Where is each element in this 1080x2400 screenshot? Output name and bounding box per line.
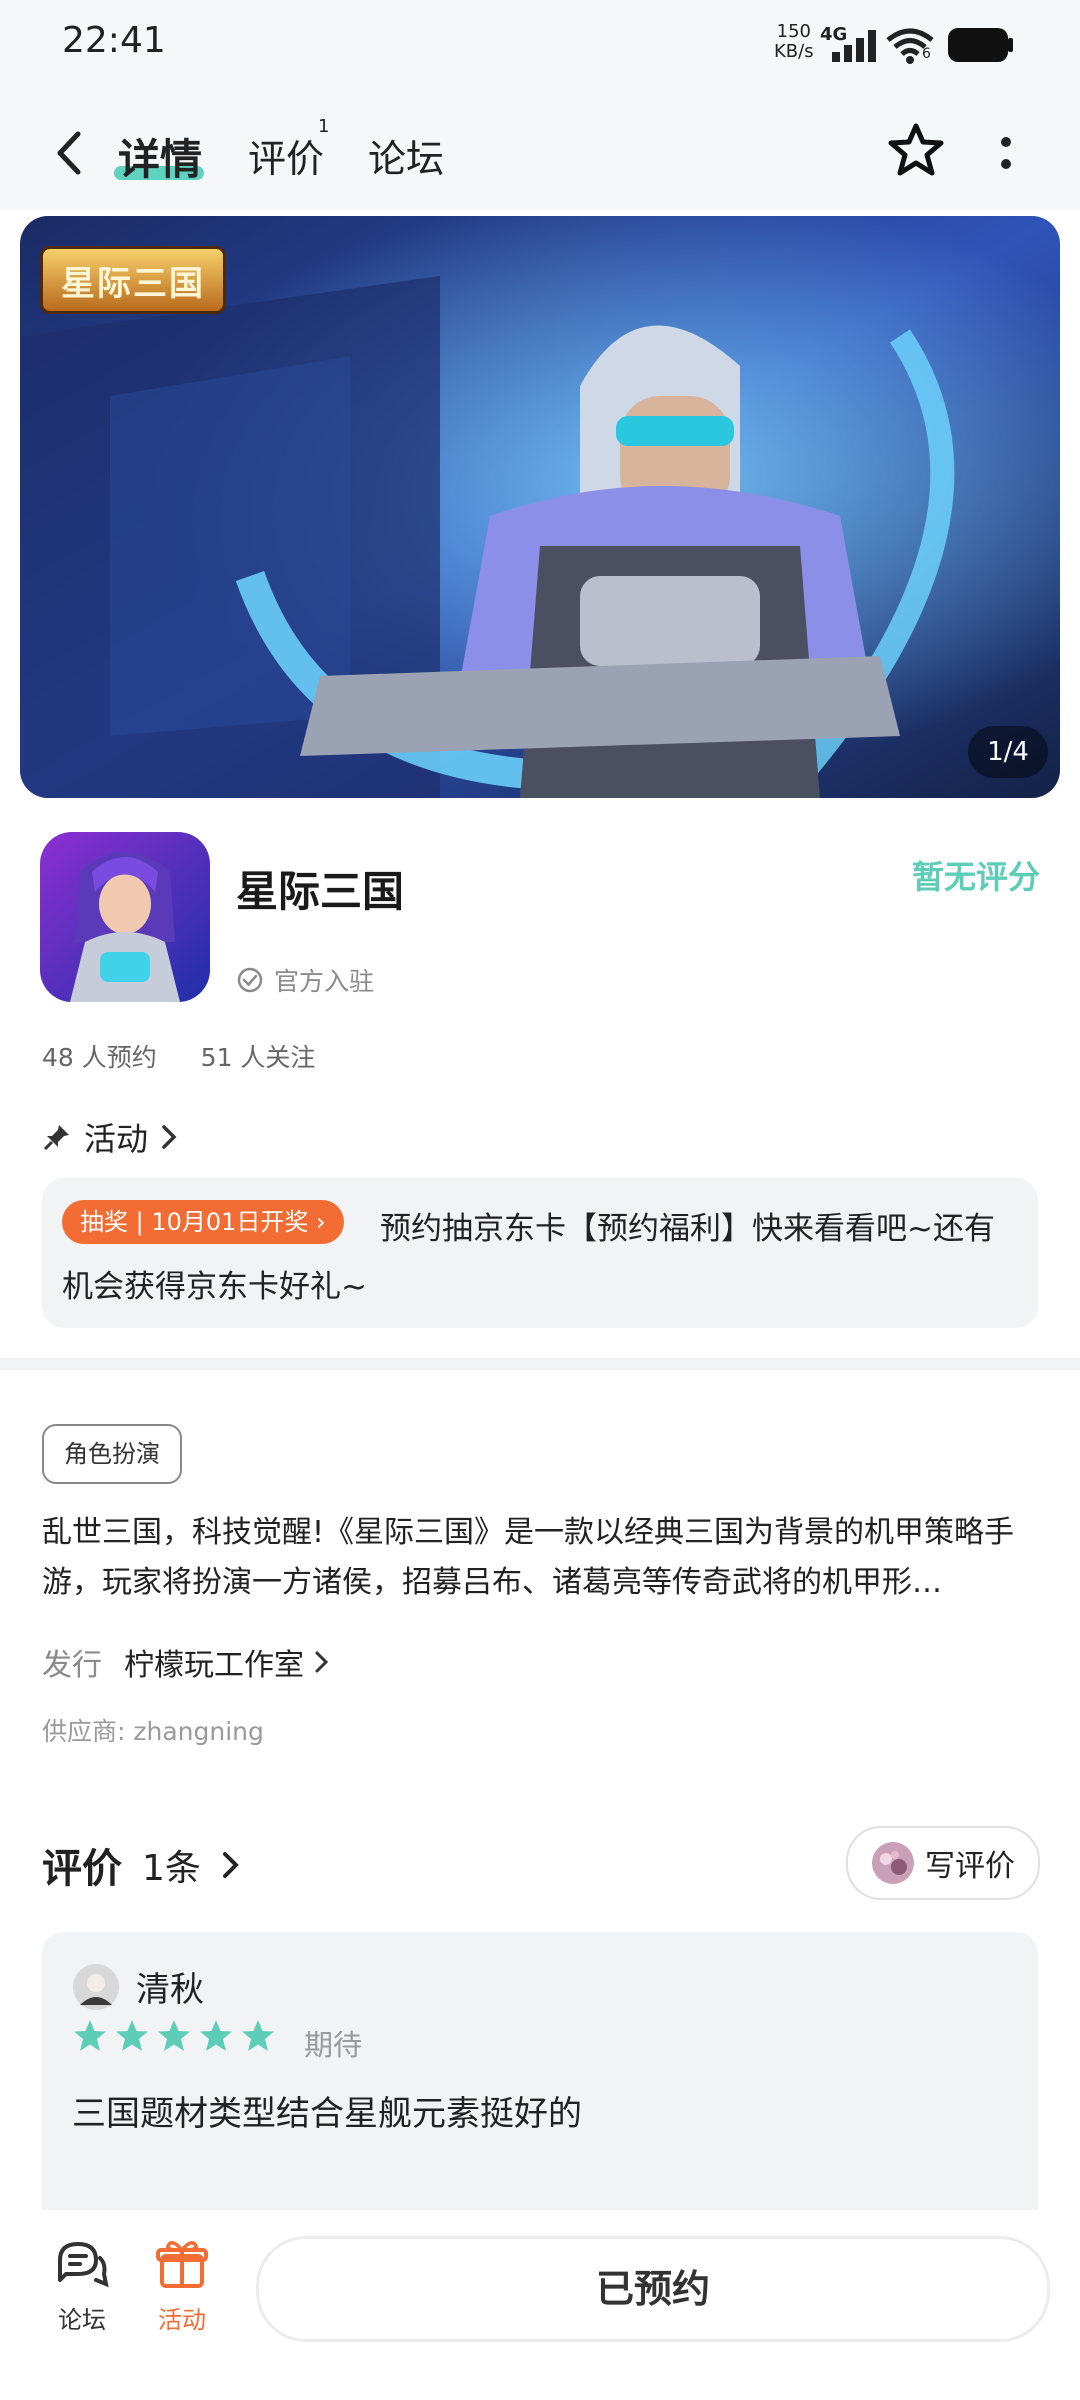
- reviews-count: 1条: [142, 1848, 201, 1889]
- lottery-tag: 抽奖 | 10月01日开奖 ›: [62, 1200, 344, 1244]
- review-stars: [72, 2018, 276, 2054]
- review-tag: 期待: [304, 2028, 363, 2062]
- star-filled-icon: [200, 2020, 232, 2051]
- net-speed: 150 KB/s: [774, 22, 814, 62]
- star-filled-icon: [116, 2020, 148, 2051]
- pin-icon: [43, 1125, 69, 1151]
- reviews-header[interactable]: 评价 1条: [42, 1836, 241, 1894]
- more-vertical-icon[interactable]: [996, 134, 1016, 174]
- follow-count: 51 人关注: [200, 1043, 316, 1072]
- tab-details[interactable]: 详情: [118, 126, 202, 187]
- reviews-title: 评价: [42, 1846, 122, 1892]
- review-text: 三国题材类型结合星舰元素挺好的: [72, 2094, 582, 2134]
- reservation-count: 48 人预约: [42, 1043, 157, 1072]
- banner-pager: 1/4: [968, 726, 1048, 778]
- reviewer: 清秋: [72, 1962, 204, 2011]
- activity-section-header[interactable]: 活动: [42, 1114, 178, 1160]
- game-title: 星际三国: [236, 867, 405, 916]
- star-filled-icon: [158, 2020, 190, 2051]
- genre-tag[interactable]: 角色扮演: [42, 1424, 182, 1484]
- bottom-activity-button[interactable]: 活动: [142, 2238, 222, 2335]
- supplier-info: 供应商: zhangning: [42, 1717, 264, 1746]
- gift-icon: [156, 2241, 208, 2288]
- write-review-button[interactable]: 写评价: [846, 1826, 1040, 1900]
- official-label: 官方入驻: [274, 967, 375, 996]
- star-filled-icon: [74, 2020, 106, 2051]
- verified-check-icon: [237, 967, 263, 993]
- bottom-activity-label: 活动: [158, 2306, 206, 2334]
- tab-reviews[interactable]: 评价: [248, 128, 324, 183]
- net-speed-value: 150: [776, 21, 811, 42]
- net-speed-unit: KB/s: [774, 41, 814, 62]
- publisher-label: 发行: [42, 1648, 102, 1683]
- reviews-count-badge: 1: [318, 116, 330, 137]
- bottom-forum-button[interactable]: 论坛: [42, 2238, 122, 2335]
- star-outline-icon[interactable]: [886, 122, 946, 180]
- chevron-right-icon: [315, 1651, 329, 1673]
- reserved-button[interactable]: 已预约: [256, 2236, 1050, 2342]
- chevron-right-icon: [162, 1125, 177, 1149]
- official-badge: 官方入驻: [236, 962, 374, 998]
- tab-forum[interactable]: 论坛: [368, 128, 444, 183]
- status-time: 22:41: [62, 20, 166, 61]
- avatar: [872, 1842, 914, 1884]
- rating-status: 暂无评分: [912, 858, 1041, 896]
- game-app-icon: [40, 832, 210, 1002]
- section-divider: [0, 1358, 1080, 1370]
- star-filled-icon: [242, 2020, 274, 2051]
- publisher-name: 柠檬玩工作室: [124, 1648, 304, 1683]
- battery-icon: [948, 28, 1008, 62]
- chevron-right-icon: [222, 1852, 239, 1878]
- bottom-forum-label: 论坛: [58, 2306, 106, 2334]
- activity-label: 活动: [84, 1120, 149, 1158]
- wifi-badge: 6: [922, 46, 931, 62]
- publisher-row[interactable]: 发行 柠檬玩工作室: [42, 1640, 330, 1684]
- forum-icon: [58, 2242, 109, 2288]
- game-stats: 48 人预约 51 人关注: [42, 1038, 315, 1074]
- avatar: [73, 1963, 119, 2010]
- battery-cap: [1008, 38, 1013, 52]
- signal-icon: [832, 30, 876, 62]
- write-review-label: 写评价: [925, 1849, 1015, 1884]
- game-description[interactable]: 乱世三国，科技觉醒!《星际三国》是一款以经典三国为背景的机甲策略手游，玩家将扮演…: [42, 1508, 1038, 1608]
- banner-game-logo: 星际三国: [40, 246, 226, 314]
- reviewer-name: 清秋: [136, 1970, 204, 2010]
- back-arrow-icon[interactable]: [52, 128, 84, 178]
